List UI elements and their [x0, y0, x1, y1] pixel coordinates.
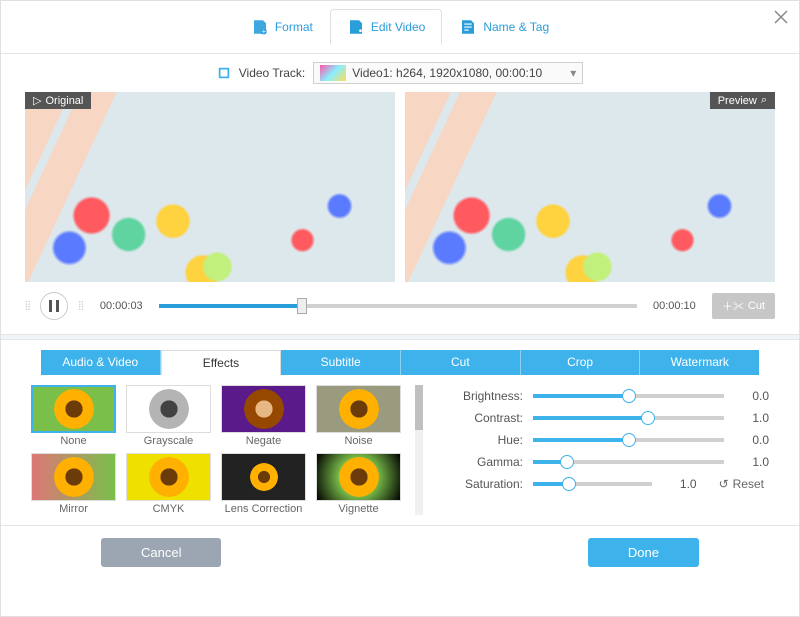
saturation-row: Saturation: 1.0 ↺ Reset: [453, 477, 769, 491]
cancel-button[interactable]: Cancel: [101, 538, 221, 567]
contrast-row: Contrast: 1.0: [453, 411, 769, 425]
edit-video-icon: [347, 18, 365, 36]
brightness-value: 0.0: [734, 389, 769, 403]
gamma-row: Gamma: 1.0: [453, 455, 769, 469]
effect-grayscale-label: Grayscale: [126, 435, 211, 447]
tab-name-label: Name & Tag: [483, 20, 549, 34]
footer: Cancel Done: [1, 525, 799, 579]
reset-icon: ↺: [719, 477, 729, 491]
chevron-down-icon: ▾: [570, 66, 576, 80]
tab-subtitle[interactable]: Subtitle: [281, 350, 401, 375]
contrast-label: Contrast:: [453, 411, 523, 425]
preview-label: Preview: [718, 95, 757, 107]
effect-cmyk-label: CMYK: [126, 503, 211, 515]
tab-edit-video[interactable]: Edit Video: [330, 9, 443, 45]
timeline-handle[interactable]: [297, 298, 307, 314]
effect-none-label: None: [31, 435, 116, 447]
video-track-dropdown[interactable]: Video1: h264, 1920x1080, 00:00:10 ▾: [313, 62, 583, 84]
saturation-label: Saturation:: [453, 477, 523, 491]
scrollbar-thumb[interactable]: [415, 385, 423, 430]
format-icon: [251, 18, 269, 36]
effect-noise-label: Noise: [316, 435, 401, 447]
playback-bar: ⦙⦙ ⦙⦙ 00:00:03 00:00:10 ＋✂ Cut: [1, 282, 799, 334]
reset-button[interactable]: ↺ Reset: [719, 477, 769, 491]
effect-grayscale[interactable]: Grayscale: [126, 385, 211, 447]
reset-label: Reset: [733, 477, 764, 491]
adjustment-sliders: Brightness: 0.0 Contrast: 1.0 Hue: 0.0 G…: [433, 385, 769, 515]
effects-tabs: Audio & Video Effects Subtitle Cut Crop …: [41, 350, 759, 375]
preview-label-badge: Preview ⌕: [710, 92, 775, 109]
tab-edit-label: Edit Video: [371, 20, 426, 34]
brightness-slider[interactable]: [533, 394, 724, 398]
play-small-icon: ▷: [33, 94, 41, 107]
track-thumb: [320, 65, 346, 81]
hue-label: Hue:: [453, 433, 523, 447]
saturation-value: 1.0: [662, 477, 697, 491]
current-time: 00:00:03: [94, 300, 149, 312]
effect-lens[interactable]: Lens Correction: [221, 453, 306, 515]
tab-cut[interactable]: Cut: [401, 350, 521, 375]
original-label: Original: [45, 95, 83, 107]
original-thumbnail: [25, 92, 395, 282]
frame-back-button[interactable]: ⦙⦙: [25, 299, 30, 314]
gamma-label: Gamma:: [453, 455, 523, 469]
effect-mirror[interactable]: Mirror: [31, 453, 116, 515]
timeline-progress: [159, 304, 302, 308]
done-button[interactable]: Done: [588, 538, 699, 567]
frame-fwd-button[interactable]: ⦙⦙: [78, 299, 83, 314]
pause-icon: [49, 300, 59, 312]
effect-grid: None Grayscale Negate Noise Mirror CMYK …: [31, 385, 401, 515]
track-icon: [217, 66, 231, 80]
contrast-value: 1.0: [734, 411, 769, 425]
close-button[interactable]: [773, 9, 789, 25]
tab-format-label: Format: [275, 20, 313, 34]
contrast-slider[interactable]: [533, 416, 724, 420]
cut-button[interactable]: ＋✂ Cut: [712, 293, 775, 319]
gamma-value: 1.0: [734, 455, 769, 469]
preview-thumbnail: [405, 92, 775, 282]
tab-watermark[interactable]: Watermark: [640, 350, 759, 375]
effect-vignette-label: Vignette: [316, 503, 401, 515]
effects-scrollbar[interactable]: [415, 385, 423, 515]
original-label-badge: ▷ Original: [25, 92, 91, 109]
tab-format[interactable]: Format: [234, 9, 330, 45]
brightness-row: Brightness: 0.0: [453, 389, 769, 403]
name-tag-icon: [459, 18, 477, 36]
preview-area: ▷ Original Preview ⌕: [1, 92, 799, 282]
track-value: Video1: h264, 1920x1080, 00:00:10: [352, 66, 542, 80]
hue-slider[interactable]: [533, 438, 724, 442]
pause-button[interactable]: [40, 292, 68, 320]
effect-cmyk[interactable]: CMYK: [126, 453, 211, 515]
effects-body: None Grayscale Negate Noise Mirror CMYK …: [1, 375, 799, 519]
tab-name-tag[interactable]: Name & Tag: [442, 9, 566, 45]
timeline-slider[interactable]: [159, 304, 637, 308]
preview-pane: Preview ⌕: [405, 92, 775, 282]
hue-row: Hue: 0.0: [453, 433, 769, 447]
close-icon: [773, 9, 789, 25]
effect-vignette[interactable]: Vignette: [316, 453, 401, 515]
magnify-icon: ⌕: [761, 94, 767, 107]
video-track-label: Video Track:: [239, 66, 305, 80]
cut-label: Cut: [748, 300, 765, 312]
video-track-bar: Video Track: Video1: h264, 1920x1080, 00…: [1, 54, 799, 92]
tab-effects[interactable]: Effects: [161, 350, 282, 375]
effect-mirror-label: Mirror: [31, 503, 116, 515]
main-tabs-bar: Format Edit Video Name & Tag: [1, 1, 799, 54]
original-pane: ▷ Original: [25, 92, 395, 282]
total-time: 00:00:10: [647, 300, 702, 312]
effect-noise[interactable]: Noise: [316, 385, 401, 447]
scissors-icon: ＋✂: [722, 298, 744, 314]
tab-audio-video[interactable]: Audio & Video: [41, 350, 161, 375]
section-divider: [1, 334, 799, 340]
effect-negate[interactable]: Negate: [221, 385, 306, 447]
tab-crop[interactable]: Crop: [521, 350, 641, 375]
effect-lens-label: Lens Correction: [221, 503, 306, 515]
gamma-slider[interactable]: [533, 460, 724, 464]
effect-negate-label: Negate: [221, 435, 306, 447]
saturation-slider[interactable]: [533, 482, 652, 486]
brightness-label: Brightness:: [453, 389, 523, 403]
effect-none[interactable]: None: [31, 385, 116, 447]
hue-value: 0.0: [734, 433, 769, 447]
